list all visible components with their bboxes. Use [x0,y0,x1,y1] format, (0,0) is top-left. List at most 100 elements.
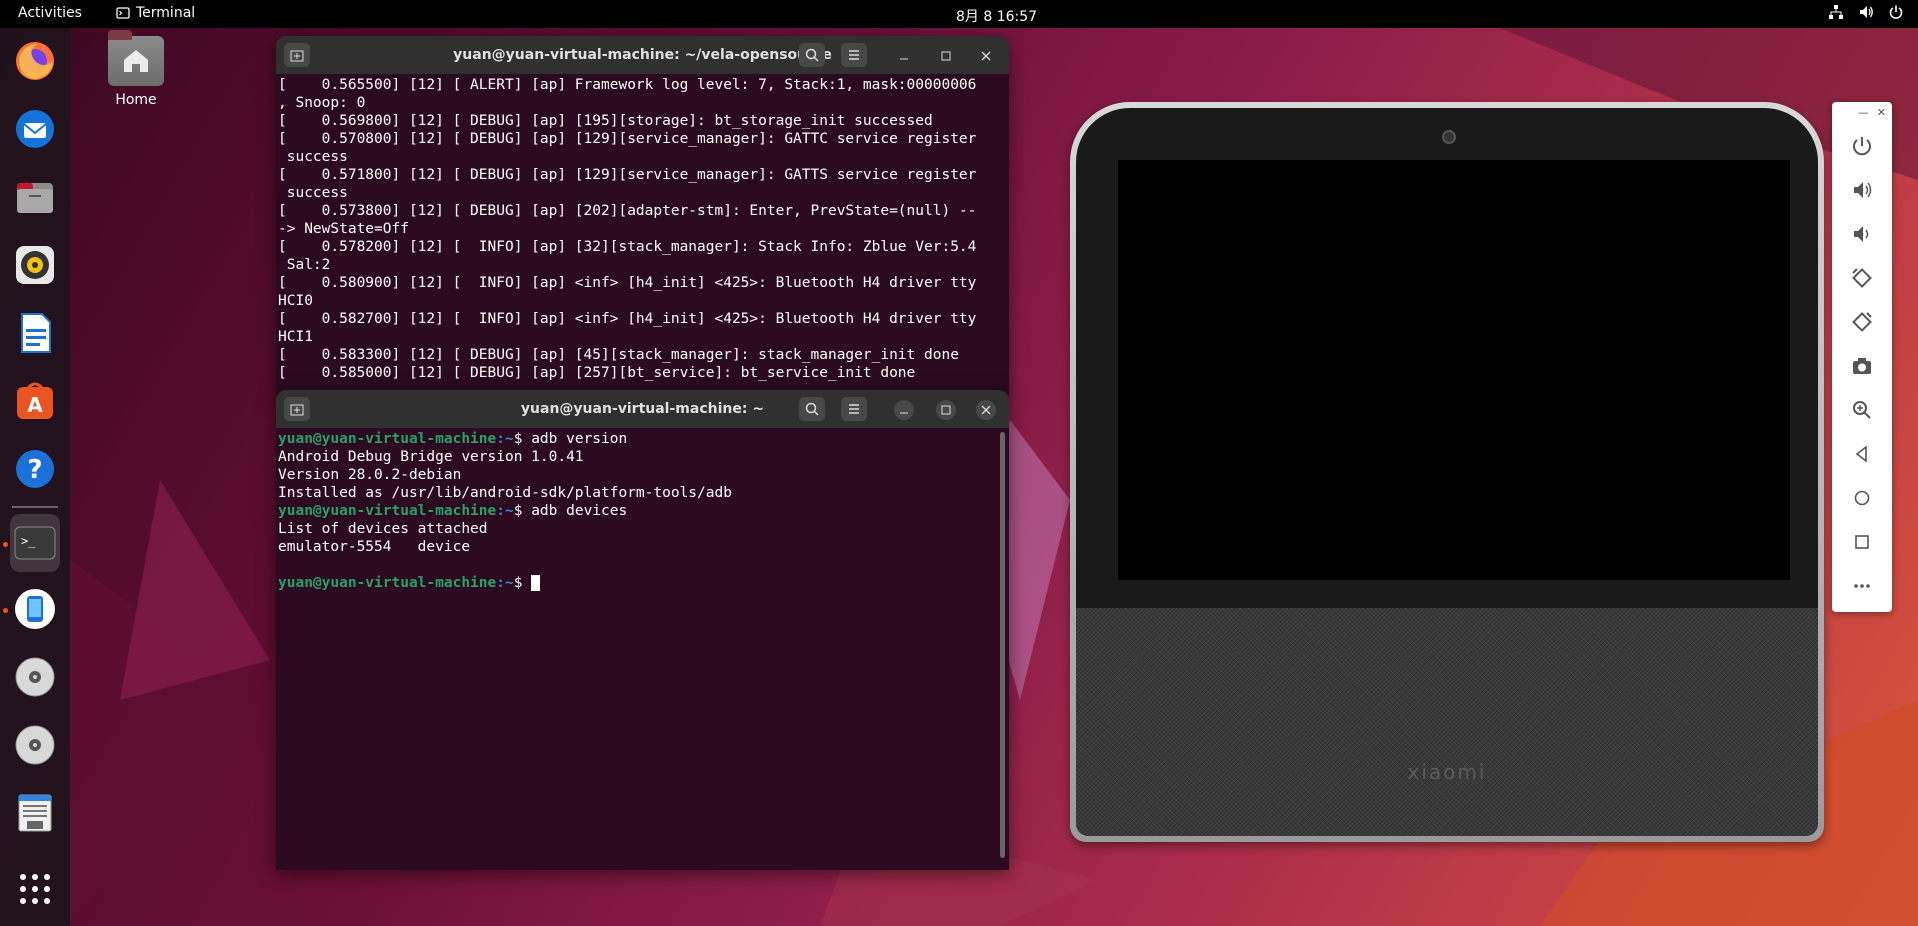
log-line: success [278,185,348,201]
close-button[interactable] [976,46,996,66]
emulator-toolbar: — ✕ [1832,102,1892,612]
window-title: yuan@yuan-virtual-machine: ~ [520,401,765,417]
power-button[interactable] [1846,130,1878,162]
minimize-button[interactable] [894,46,914,66]
power-icon [1853,137,1871,156]
minimize-button[interactable] [894,400,914,420]
log-line: , Snoop: 0 [278,95,366,111]
device-speaker: xiaomi [1076,608,1818,836]
emulator-icon[interactable] [10,584,60,634]
log-line: [ 0.578200] [12] [ INFO] [ap] [32][stack… [278,239,977,255]
home-folder-icon [108,30,164,86]
terminal-titlebar[interactable]: yuan@yuan-virtual-machine: ~ [276,390,1009,428]
rotate-right-button[interactable] [1846,306,1878,338]
libreoffice-writer-icon[interactable] [10,308,60,358]
window-title: yuan@yuan-virtual-machine: ~/vela-openso… [453,47,832,63]
terminal-window-vela[interactable]: yuan@yuan-virtual-machine: ~/vela-openso… [276,36,1009,396]
desktop-home[interactable]: Home [100,30,172,108]
device-screen[interactable] [1118,160,1790,580]
svg-text:>_: >_ [21,534,36,548]
firefox-icon[interactable] [10,36,60,86]
new-tab-button[interactable] [284,43,310,67]
terminal-small-icon [116,7,130,19]
svg-text:A: A [27,393,43,417]
maximize-button[interactable] [936,400,956,420]
output-line: List of devices attached [278,521,488,537]
back-icon [1855,445,1867,463]
minimize-icon [900,58,908,60]
volume-up-button[interactable] [1846,174,1878,206]
disc-icon[interactable] [10,652,60,702]
search-button[interactable] [799,397,825,421]
log-line: [ 0.585000] [12] [ DEBUG] [ap] [257][bt_… [278,365,916,381]
system-menu[interactable] [1828,4,1904,20]
log-line: Sal:2 [278,257,331,273]
terminal-icon[interactable]: >_ [10,514,60,572]
emulator-device-frame: xiaomi [1070,102,1824,842]
close-icon [981,405,991,415]
overview-icon [1855,535,1869,549]
help-icon[interactable]: ? [10,444,60,494]
terminal-titlebar[interactable]: yuan@yuan-virtual-machine: ~/vela-openso… [276,36,1009,74]
scrollbar[interactable] [1000,432,1005,858]
screenshot-button[interactable] [1846,350,1878,382]
toolbar-close-icon[interactable]: ✕ [1877,106,1886,119]
log-line: [ 0.569800] [12] [ DEBUG] [ap] [195][sto… [278,113,933,129]
rotate-left-button[interactable] [1846,262,1878,294]
files-icon[interactable] [10,172,60,222]
back-button[interactable] [1846,438,1878,470]
prompt-dollar: $ [513,575,532,591]
device-brand: xiaomi [1407,760,1487,784]
dock: A ? >_ [0,28,70,926]
app-menu[interactable]: Terminal [116,5,195,21]
clock[interactable]: 8月 8 16:57 [956,6,1037,26]
maximize-icon [941,51,951,61]
prompt-dollar: $ [513,503,532,519]
output-line: Installed as /usr/lib/android-sdk/platfo… [278,485,732,501]
volume-icon [1860,6,1873,18]
log-line: HCI1 [278,329,313,345]
new-tab-button[interactable] [284,397,310,421]
new-tab-icon [290,50,304,62]
overview-button[interactable] [1846,526,1878,558]
search-icon [805,48,819,62]
new-tab-icon [290,404,304,416]
app-center-icon[interactable]: A [10,376,60,426]
prompt-user: yuan@yuan-virtual-machine [278,575,497,591]
hamburger-icon [849,404,859,414]
close-button[interactable] [976,400,996,420]
device-bezel [1076,108,1818,608]
text-editor-icon[interactable] [10,788,60,838]
terminal-output[interactable]: [ 0.565500] [12] [ ALERT] [ap] Framework… [276,74,1009,382]
home-button[interactable] [1846,482,1878,514]
rotate-right-icon [1852,312,1872,332]
svg-text:?: ? [27,455,42,485]
prompt-user: yuan@yuan-virtual-machine [278,431,497,447]
disc-icon[interactable] [10,720,60,770]
search-button[interactable] [799,43,825,67]
maximize-button[interactable] [936,46,956,66]
output-line: Version 28.0.2-debian [278,467,462,483]
thunderbird-icon[interactable] [10,104,60,154]
log-line: [ 0.565500] [12] [ ALERT] [ap] Framework… [278,77,977,93]
log-line: -> NewState=Off [278,221,409,237]
volume-down-button[interactable] [1846,218,1878,250]
log-line: [ 0.573800] [12] [ DEBUG] [ap] [202][ada… [278,203,977,219]
log-line: [ 0.571800] [12] [ DEBUG] [ap] [129][ser… [278,167,977,183]
activities-button[interactable]: Activities [18,5,82,21]
camera-icon [1853,358,1871,374]
menu-button[interactable] [841,397,867,421]
show-apps-icon[interactable] [10,864,60,914]
cursor [531,575,540,591]
maximize-icon [941,405,951,415]
toolbar-minimize-icon[interactable]: — [1858,106,1869,119]
more-button[interactable] [1846,570,1878,602]
running-indicator [3,608,8,613]
search-icon [805,402,819,416]
rhythmbox-icon[interactable] [10,240,60,290]
terminal-window-home[interactable]: yuan@yuan-virtual-machine: ~ yuan@yuan-v… [276,390,1009,870]
menu-button[interactable] [841,43,867,67]
zoom-button[interactable] [1846,394,1878,426]
terminal-output[interactable]: yuan@yuan-virtual-machine:~$ adb version… [276,428,1009,592]
output-line: emulator-5554 device [278,539,471,555]
